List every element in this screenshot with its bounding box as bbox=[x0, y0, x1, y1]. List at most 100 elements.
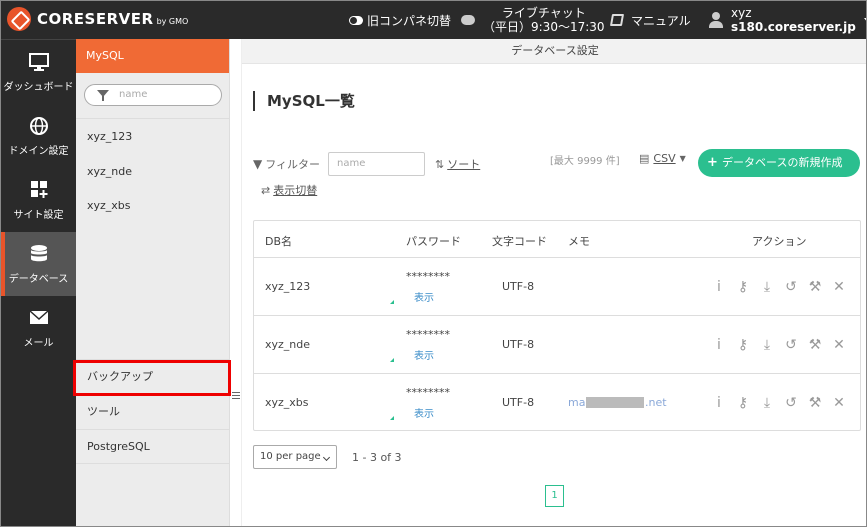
db-name: xyz_xbs bbox=[265, 396, 309, 409]
db-name: xyz_nde bbox=[265, 338, 311, 351]
col-header-memo: メモ bbox=[568, 235, 590, 248]
per-page-select[interactable]: 10 per page bbox=[253, 445, 337, 469]
filter-input[interactable]: name bbox=[328, 152, 426, 176]
table-header: DB名 パスワード 文字コード メモ アクション bbox=[254, 221, 860, 257]
create-database-button[interactable]: データベースの新規作成 bbox=[698, 149, 860, 177]
show-password-link[interactable]: 表示 bbox=[414, 347, 434, 362]
live-chat-link[interactable]: ライブチャット （平日）9:30〜17:30 bbox=[461, 1, 605, 39]
show-password-link[interactable]: 表示 bbox=[414, 289, 434, 304]
nav-item-database[interactable]: データベース bbox=[1, 232, 76, 296]
tools-icon[interactable]: ⚒ bbox=[808, 396, 822, 410]
swap-icon: ⇄ bbox=[261, 183, 271, 197]
sidebar-search-input[interactable]: name bbox=[84, 84, 222, 106]
toggle-icon bbox=[349, 15, 363, 25]
undo-icon[interactable]: ↺ bbox=[784, 338, 798, 352]
sidebar-item-postgresql[interactable]: PostgreSQL bbox=[76, 429, 230, 464]
download-icon[interactable]: ⤓ bbox=[760, 396, 774, 410]
expand-corner-icon bbox=[390, 416, 394, 420]
logo-text: CORESERVER bbox=[37, 10, 154, 28]
undo-icon[interactable]: ↺ bbox=[784, 396, 798, 410]
max-count: [最大 9999 件] bbox=[550, 156, 620, 167]
sidebar-db-item[interactable]: xyz_xbs bbox=[87, 199, 131, 212]
left-nav: ダッシュボード ドメイン設定 サイト設定 データベース メール bbox=[1, 39, 76, 526]
col-header-dbname[interactable]: DB名 bbox=[265, 233, 292, 249]
grid-plus-icon bbox=[31, 181, 48, 198]
display-toggle-label: 表示切替 bbox=[273, 184, 318, 197]
key-icon[interactable]: ⚷ bbox=[736, 396, 750, 410]
info-icon[interactable]: i bbox=[712, 396, 726, 410]
highlight-annotation bbox=[73, 360, 231, 396]
expand-corner-icon bbox=[390, 358, 394, 362]
charset: UTF-8 bbox=[502, 396, 535, 409]
sidebar-db-item[interactable]: xyz_nde bbox=[87, 165, 132, 178]
logo[interactable]: CORESERVER by GMO bbox=[7, 7, 188, 31]
display-toggle[interactable]: ⇄ 表示切替 bbox=[261, 182, 317, 198]
col-header-actions: アクション bbox=[752, 235, 807, 248]
sidebar-item-mysql[interactable]: MySQL bbox=[76, 39, 229, 73]
nav-label: ドメイン設定 bbox=[8, 146, 69, 157]
table-row: xyz_nde ******** 表示 UTF-8 i ⚷ ⤓ ↺ ⚒ ✕ bbox=[254, 315, 860, 373]
sidebar-item-tools[interactable]: ツール bbox=[76, 394, 230, 429]
top-bar: CORESERVER by GMO 旧コンパネ切替 ライブチャット （平日）9:… bbox=[1, 1, 866, 39]
filter-bar: ▼ フィルター name ⇅ ソート bbox=[253, 152, 480, 176]
redacted-block bbox=[586, 397, 644, 408]
key-icon[interactable]: ⚷ bbox=[736, 338, 750, 352]
monitor-icon bbox=[29, 53, 49, 71]
download-icon[interactable]: ⤓ bbox=[760, 280, 774, 294]
resize-handle-icon[interactable] bbox=[232, 392, 240, 399]
page-button[interactable]: 1 bbox=[545, 485, 564, 507]
nav-item-mail[interactable]: メール bbox=[1, 296, 76, 360]
tools-icon[interactable]: ⚒ bbox=[808, 338, 822, 352]
nav-item-dashboard[interactable]: ダッシュボード bbox=[1, 40, 76, 104]
sort-icon: ⇅ bbox=[435, 157, 445, 171]
envelope-icon bbox=[29, 310, 49, 324]
filter-icon: ▼ bbox=[253, 157, 263, 171]
database-sidebar: MySQL name xyz_123 xyz_nde xyz_xbs バックアッ… bbox=[76, 39, 230, 526]
logo-subtext: by GMO bbox=[156, 17, 189, 26]
coreserver-logo-icon bbox=[7, 7, 31, 31]
manual-link[interactable]: マニュアル bbox=[609, 1, 691, 39]
filter-label: フィルター bbox=[265, 158, 321, 171]
chat-label: ライブチャット bbox=[501, 6, 586, 20]
nav-label: ダッシュボード bbox=[3, 82, 74, 93]
nav-item-domain[interactable]: ドメイン設定 bbox=[1, 104, 76, 168]
key-icon[interactable]: ⚷ bbox=[736, 280, 750, 294]
divider bbox=[76, 118, 230, 119]
sort-link[interactable]: ソート bbox=[447, 156, 480, 172]
table-row: xyz_123 ******** 表示 UTF-8 i ⚷ ⤓ ↺ ⚒ ✕ bbox=[254, 257, 860, 315]
undo-icon[interactable]: ↺ bbox=[784, 280, 798, 294]
filter-icon bbox=[97, 90, 109, 101]
old-panel-switch[interactable]: 旧コンパネ切替 bbox=[349, 1, 451, 39]
info-icon[interactable]: i bbox=[712, 338, 726, 352]
charset: UTF-8 bbox=[502, 338, 535, 351]
database-icon bbox=[31, 245, 47, 262]
user-menu[interactable]: xyz s180.coreserver.jp bbox=[709, 1, 866, 39]
info-icon[interactable]: i bbox=[712, 280, 726, 294]
main-content: データベース設定 MySQL一覧 ▼ フィルター name ⇅ ソート [最大 … bbox=[241, 39, 866, 526]
memo-prefix: ma bbox=[568, 396, 586, 409]
expand-corner-icon bbox=[390, 300, 394, 304]
tools-icon[interactable]: ⚒ bbox=[808, 280, 822, 294]
close-icon[interactable]: ✕ bbox=[832, 338, 846, 352]
chevron-down-icon: ▼ bbox=[679, 154, 686, 163]
sidebar-db-item[interactable]: xyz_123 bbox=[87, 130, 132, 143]
nav-item-site[interactable]: サイト設定 bbox=[1, 168, 76, 232]
close-icon[interactable]: ✕ bbox=[832, 280, 846, 294]
csv-dropdown[interactable]: ▤ CSV ▼ bbox=[639, 152, 686, 165]
book-icon bbox=[609, 14, 625, 26]
charset: UTF-8 bbox=[502, 280, 535, 293]
close-icon[interactable]: ✕ bbox=[832, 396, 846, 410]
old-panel-label: 旧コンパネ切替 bbox=[367, 13, 452, 28]
result-count: 1 - 3 of 3 bbox=[352, 451, 402, 464]
app-window: CORESERVER by GMO 旧コンパネ切替 ライブチャット （平日）9:… bbox=[0, 0, 867, 527]
db-name: xyz_123 bbox=[265, 280, 311, 293]
database-table: DB名 パスワード 文字コード メモ アクション xyz_123 *******… bbox=[253, 220, 861, 431]
user-name: xyz bbox=[731, 6, 752, 20]
password-mask: ******** bbox=[406, 328, 450, 341]
page-header: データベース設定 bbox=[242, 39, 866, 64]
download-icon[interactable]: ⤓ bbox=[760, 338, 774, 352]
globe-icon bbox=[30, 117, 48, 135]
chat-bubble-icon bbox=[461, 15, 475, 25]
show-password-link[interactable]: 表示 bbox=[414, 405, 434, 420]
user-host: s180.coreserver.jp bbox=[731, 20, 856, 34]
